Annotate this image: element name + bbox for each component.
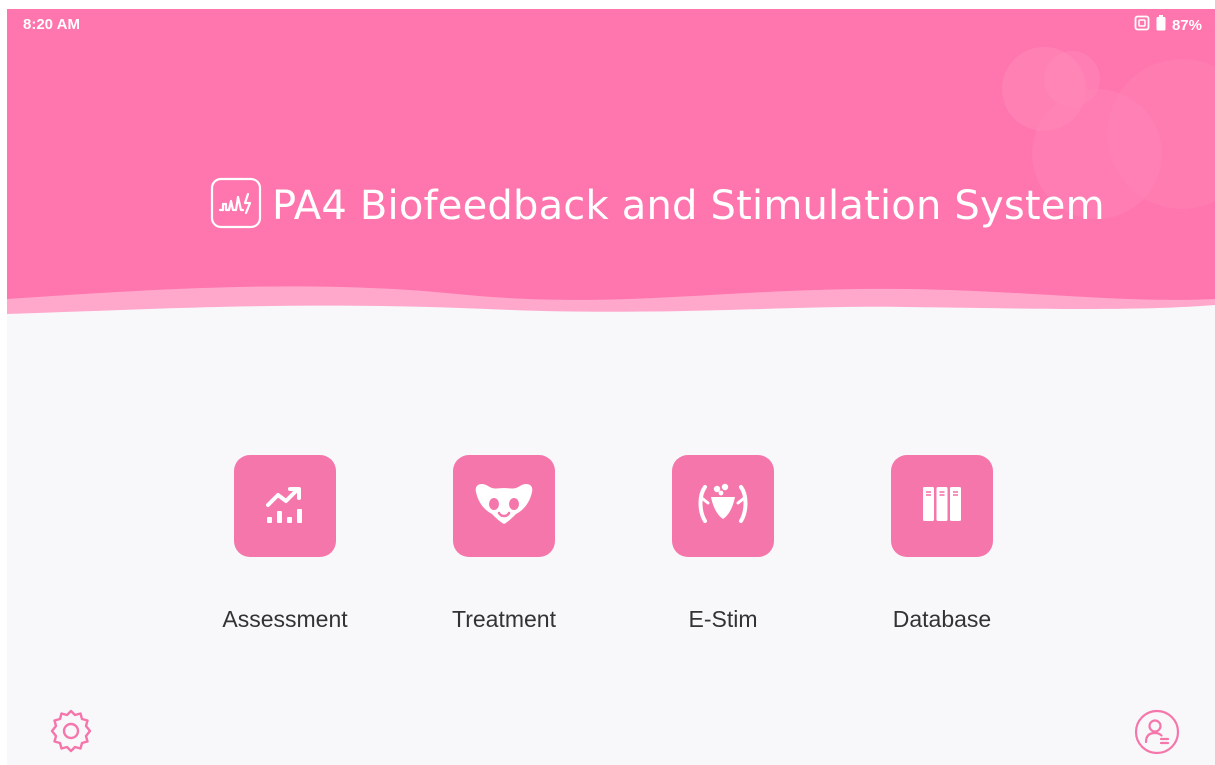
body-stim-icon: [695, 479, 751, 534]
menu-label-database[interactable]: Database: [862, 606, 1022, 633]
menu-tile-database[interactable]: Database: [862, 455, 1022, 633]
menu-label-treatment[interactable]: Treatment: [424, 606, 584, 633]
menu-label-assessment[interactable]: Assessment: [205, 606, 365, 633]
user-account-button[interactable]: [1134, 709, 1180, 755]
tile-icon-box[interactable]: [453, 455, 555, 557]
tile-icon-box[interactable]: [891, 455, 993, 557]
tile-icon-box[interactable]: [672, 455, 774, 557]
menu-tile-assessment[interactable]: Assessment: [205, 455, 365, 633]
menu-tile-estim[interactable]: E-Stim: [643, 455, 803, 633]
app-screen: 8:20 AM 87% PA4 Biofeedback and Stimulat…: [7, 9, 1215, 765]
menu-label-estim[interactable]: E-Stim: [643, 606, 803, 633]
main-menu: Assessment Treatment E-Stim Database: [7, 9, 1215, 765]
settings-button[interactable]: [48, 708, 94, 754]
gear-icon: [48, 709, 94, 758]
menu-tile-treatment[interactable]: Treatment: [424, 455, 584, 633]
pelvis-icon: [472, 480, 536, 533]
user-icon: [1134, 709, 1180, 759]
chart-trend-icon: [262, 481, 308, 532]
binders-icon: [921, 484, 963, 529]
tile-icon-box[interactable]: [234, 455, 336, 557]
